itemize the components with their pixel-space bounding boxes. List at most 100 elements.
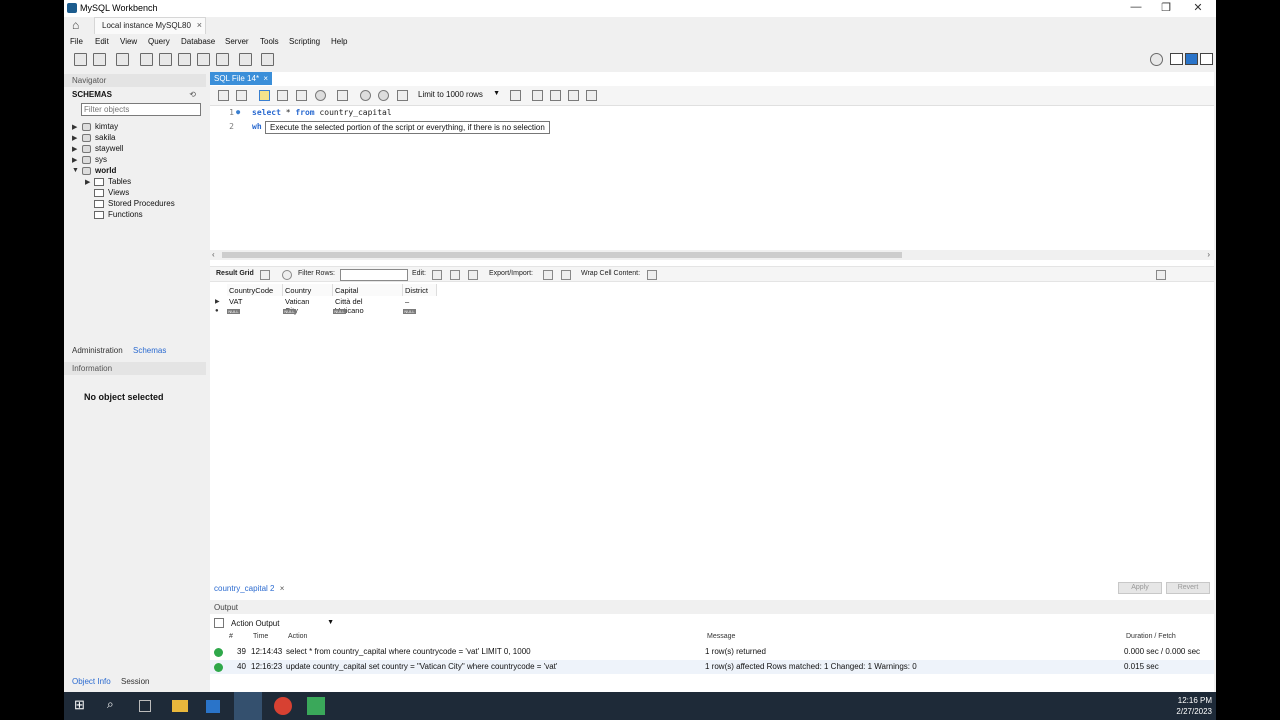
close-tab-icon[interactable]: ×: [280, 584, 285, 593]
minimize-button[interactable]: —: [1126, 1, 1146, 13]
settings-gear-icon[interactable]: [1150, 53, 1163, 66]
refresh-icon[interactable]: [282, 270, 292, 280]
sql-file-tab[interactable]: SQL File 14* ×: [210, 72, 272, 85]
file-explorer-icon[interactable]: [172, 700, 188, 712]
tree-item-stored-procedures[interactable]: Stored Procedures: [108, 199, 175, 208]
result-tab[interactable]: country_capital 2 ×: [210, 581, 290, 596]
wrap-lines-icon[interactable]: [586, 90, 597, 101]
collapse-arrow-icon[interactable]: ▼: [72, 167, 79, 174]
filter-rows-input[interactable]: [340, 269, 408, 281]
limit-rows-select[interactable]: Limit to 1000 rows ▼: [418, 90, 500, 102]
execute-current-statement-icon[interactable]: [277, 90, 288, 101]
column-header[interactable]: Capital: [333, 284, 403, 296]
null-badge[interactable]: NULL: [283, 309, 296, 314]
code-line-1[interactable]: 1 ● select * from country_capital: [210, 108, 1214, 120]
toggle-errors-icon[interactable]: [337, 90, 348, 101]
null-badge[interactable]: NULL: [227, 309, 240, 314]
scroll-right-icon[interactable]: ›: [1207, 250, 1210, 259]
result-grid-label[interactable]: Result Grid: [216, 270, 254, 277]
explain-icon[interactable]: [296, 90, 307, 101]
close-button[interactable]: ✕: [1188, 1, 1208, 14]
toggle-secondary-sidebar-icon[interactable]: [1200, 53, 1213, 65]
autocommit-icon[interactable]: [397, 90, 408, 101]
reconnect-icon[interactable]: [261, 53, 274, 66]
search-icon[interactable]: ⌕: [107, 697, 125, 715]
apply-button[interactable]: Apply: [1118, 582, 1162, 594]
wrap-cell-icon[interactable]: [647, 270, 657, 280]
create-function-icon[interactable]: [216, 53, 229, 66]
scroll-left-icon[interactable]: ‹: [212, 250, 215, 259]
table-cell[interactable]: VAT: [227, 297, 242, 307]
save-icon[interactable]: [236, 90, 247, 101]
home-icon[interactable]: ⌂: [72, 19, 86, 31]
new-sql-tab-icon[interactable]: [74, 53, 87, 66]
menu-view[interactable]: View: [120, 37, 137, 46]
export-icon[interactable]: [543, 270, 553, 280]
tab-session[interactable]: Session: [121, 677, 149, 686]
refresh-icon[interactable]: ⟲: [189, 90, 196, 99]
delete-row-icon[interactable]: [468, 270, 478, 280]
schema-sakila[interactable]: sakila: [95, 133, 115, 142]
revert-button[interactable]: Revert: [1166, 582, 1210, 594]
filter-objects-input[interactable]: [81, 103, 201, 116]
menu-scripting[interactable]: Scripting: [289, 37, 320, 46]
open-file-icon[interactable]: [218, 90, 229, 101]
null-badge[interactable]: NULL: [403, 309, 416, 314]
create-table-icon[interactable]: [159, 53, 172, 66]
start-icon[interactable]: ⊞: [74, 697, 92, 715]
edit-row-icon[interactable]: [432, 270, 442, 280]
editor-horizontal-scrollbar[interactable]: ‹ ›: [210, 250, 1214, 260]
tab-administration[interactable]: Administration: [72, 346, 123, 355]
schema-kimtay[interactable]: kimtay: [95, 122, 118, 131]
menu-help[interactable]: Help: [331, 37, 347, 46]
workbench-taskbar-icon[interactable]: [234, 692, 262, 720]
maximize-button[interactable]: ❐: [1156, 1, 1176, 14]
invisible-chars-icon[interactable]: [568, 90, 579, 101]
toggle-output-icon[interactable]: [1185, 53, 1198, 65]
close-tab-icon[interactable]: ×: [263, 74, 268, 83]
beautify-icon[interactable]: [532, 90, 543, 101]
column-header[interactable]: District: [403, 284, 437, 296]
expand-arrow-icon[interactable]: ▶: [72, 156, 77, 164]
grid-icon[interactable]: [260, 270, 270, 280]
create-view-icon[interactable]: [178, 53, 191, 66]
task-view-icon[interactable]: [139, 700, 151, 712]
schema-sys[interactable]: sys: [95, 155, 107, 164]
table-cell[interactable]: Vatican City: [283, 297, 309, 315]
output-type-select[interactable]: Action Output ▼: [214, 618, 334, 631]
output-row[interactable]: 39 12:14:43 select * from country_capita…: [210, 645, 1214, 659]
schema-staywell[interactable]: staywell: [95, 144, 123, 153]
expand-arrow-icon[interactable]: ▶: [72, 134, 77, 142]
expand-arrow-icon[interactable]: ▶: [72, 145, 77, 153]
import-icon[interactable]: [561, 270, 571, 280]
schema-world[interactable]: world: [95, 166, 116, 175]
close-tab-icon[interactable]: ×: [197, 20, 202, 30]
column-header[interactable]: CountryCode: [227, 284, 283, 296]
tree-item-tables[interactable]: Tables: [108, 177, 131, 186]
expand-arrow-icon[interactable]: ▶: [72, 123, 77, 131]
tree-item-views[interactable]: Views: [108, 188, 129, 197]
menu-tools[interactable]: Tools: [260, 37, 279, 46]
app-icon[interactable]: [307, 697, 325, 715]
execute-lightning-icon[interactable]: [259, 90, 270, 101]
connection-tab[interactable]: Local instance MySQL80 ×: [94, 17, 206, 34]
open-sql-script-icon[interactable]: [93, 53, 106, 66]
menu-server[interactable]: Server: [225, 37, 249, 46]
menu-database[interactable]: Database: [181, 37, 215, 46]
scrollbar-thumb[interactable]: [222, 252, 902, 258]
add-snippet-icon[interactable]: [510, 90, 521, 101]
inspector-icon[interactable]: [116, 53, 129, 66]
store-icon[interactable]: [206, 700, 220, 713]
menu-edit[interactable]: Edit: [95, 37, 109, 46]
insert-row-icon[interactable]: [450, 270, 460, 280]
commit-icon[interactable]: [360, 90, 371, 101]
menu-file[interactable]: File: [70, 37, 83, 46]
rollback-icon[interactable]: [378, 90, 389, 101]
create-schema-icon[interactable]: [140, 53, 153, 66]
stop-icon[interactable]: [315, 90, 326, 101]
create-procedure-icon[interactable]: [197, 53, 210, 66]
tab-schemas[interactable]: Schemas: [133, 346, 166, 355]
output-row[interactable]: 40 12:16:23 update country_capital set c…: [210, 660, 1214, 674]
tab-object-info[interactable]: Object Info: [72, 677, 111, 686]
tree-item-functions[interactable]: Functions: [108, 210, 143, 219]
